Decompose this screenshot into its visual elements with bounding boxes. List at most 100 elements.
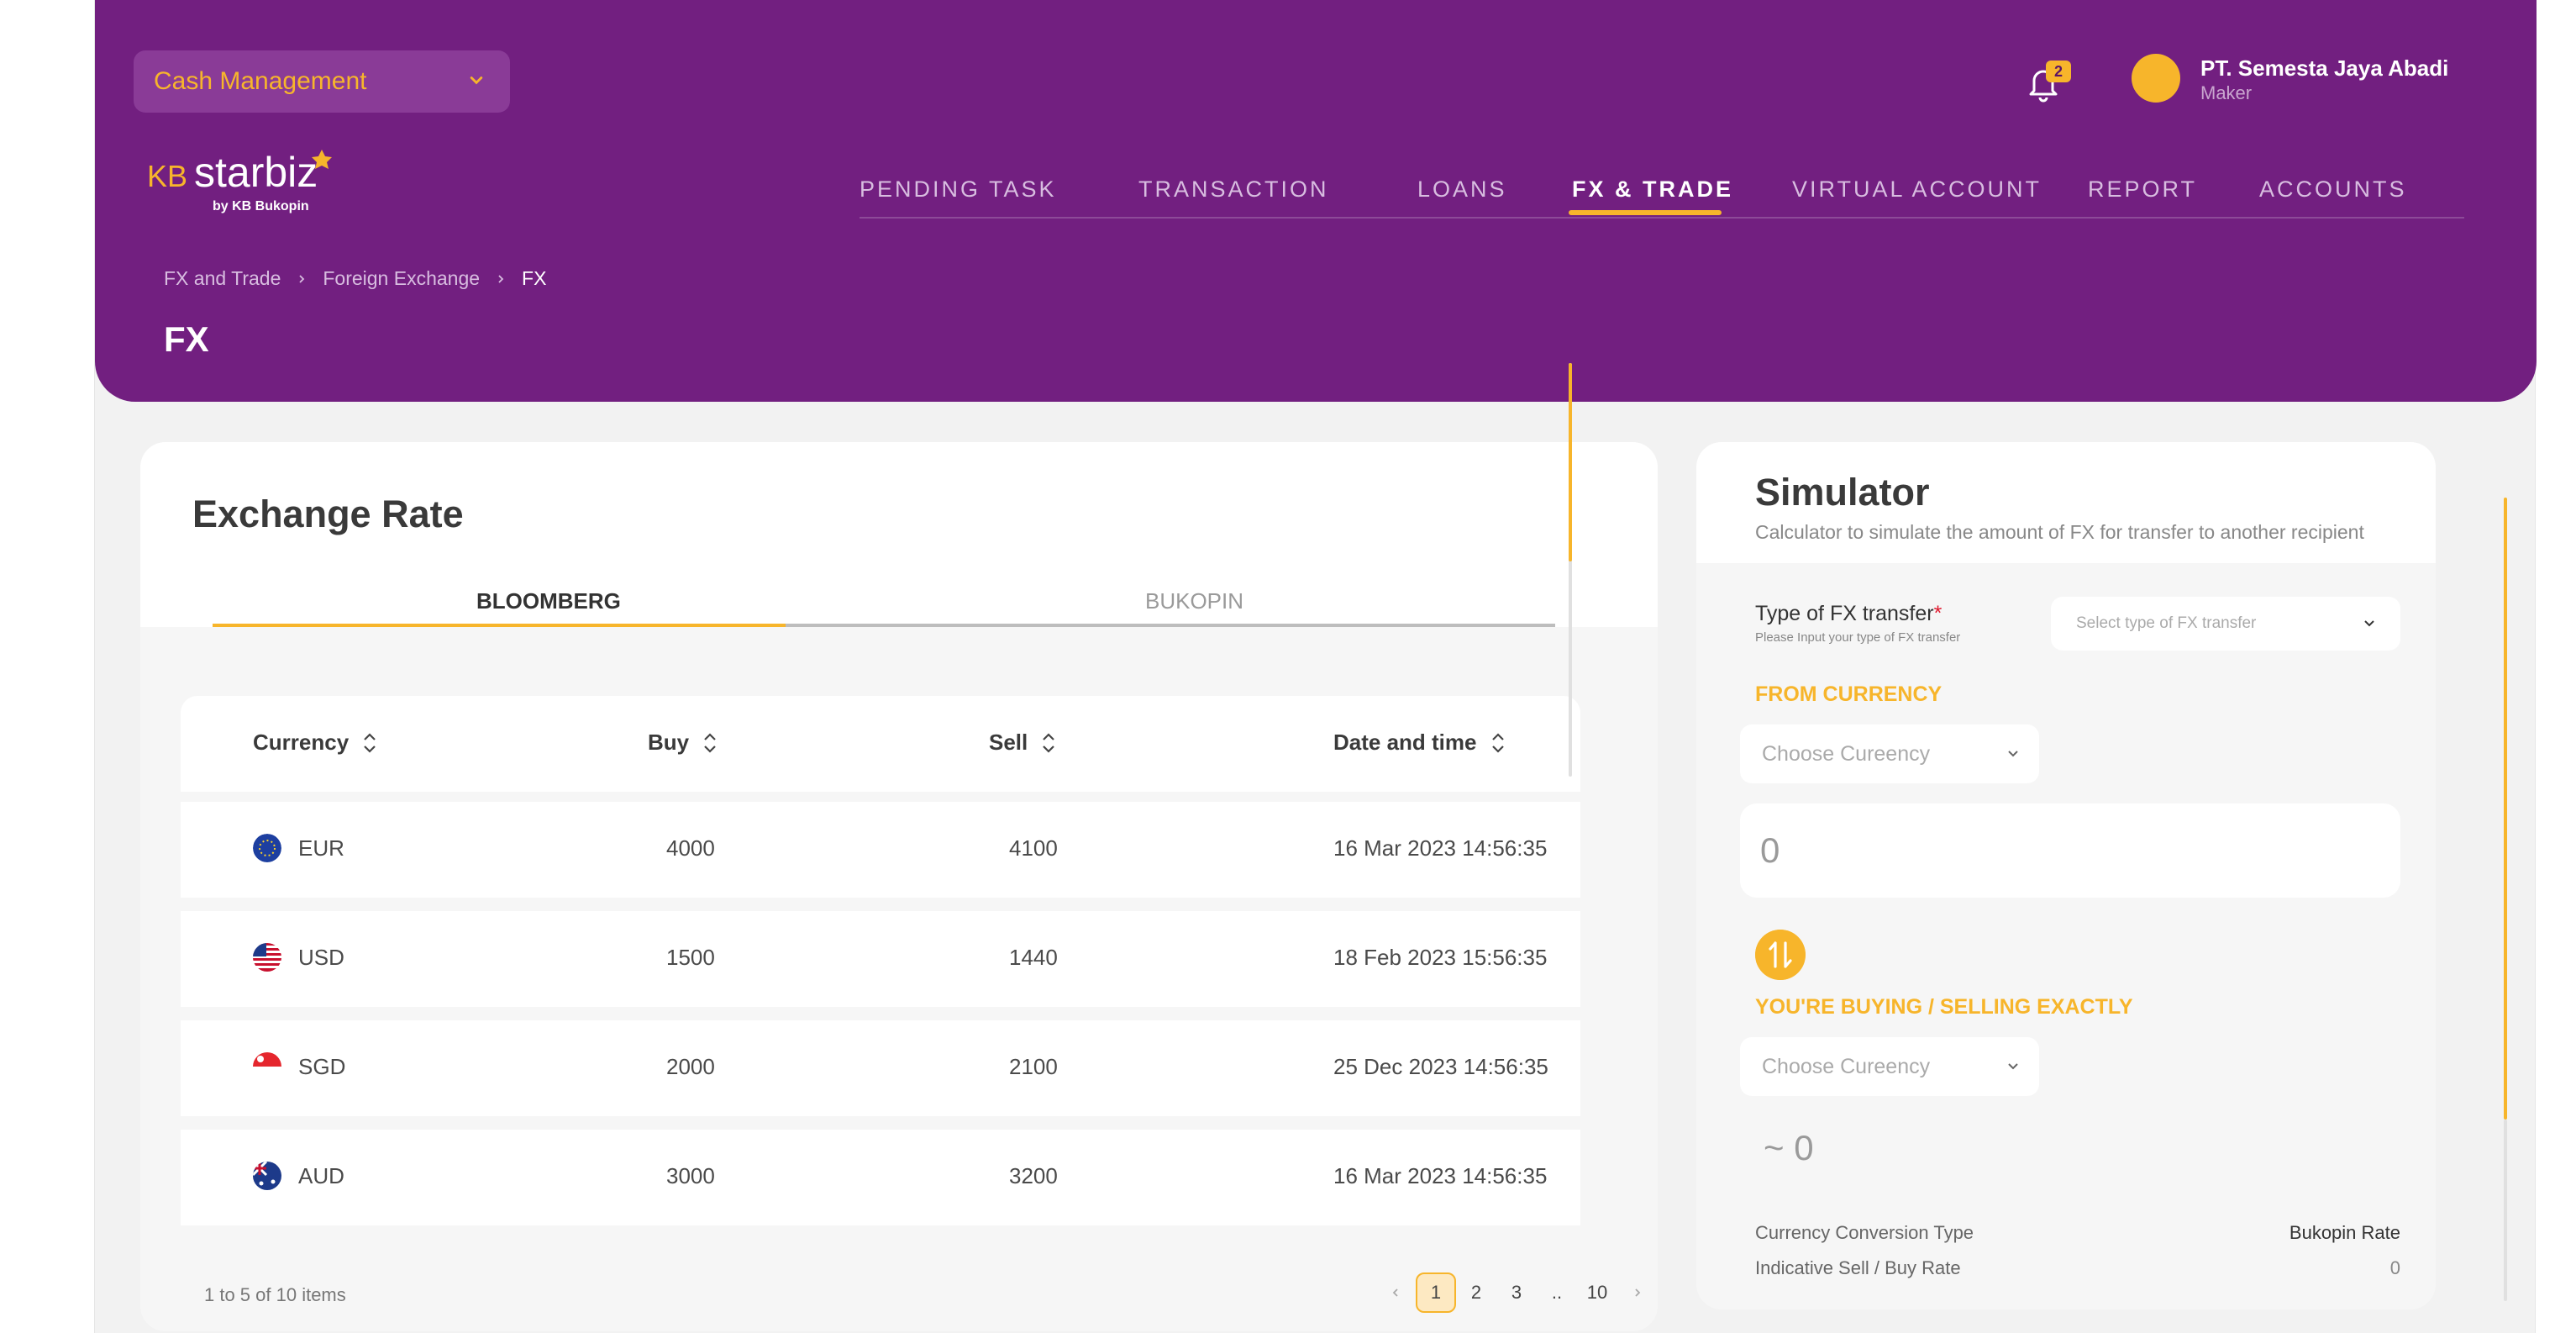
table-row[interactable]: SGD 2000 2100 25 Dec 2023 14:56:35 [181,1020,1580,1116]
tab-divider [786,624,1555,627]
fx-type-select[interactable]: Select type of FX transfer [2051,597,2400,651]
page-title: FX [164,319,209,359]
page-1-button[interactable]: 1 [1416,1272,1456,1313]
tab-bukopin[interactable]: BUKOPIN [1145,588,1243,614]
fx-type-label: Type of FX transfer* [1755,602,1943,625]
sort-icon[interactable] [1041,730,1056,756]
page-2-button[interactable]: 2 [1456,1272,1496,1313]
items-count: 1 to 5 of 10 items [204,1284,346,1305]
currency-code: SGD [298,1054,346,1079]
avatar[interactable] [2132,54,2180,103]
column-sell[interactable]: Sell [989,730,1056,756]
svg-text:KB: KB [147,159,187,193]
user-name[interactable]: PT. Semesta Jaya Abadi [2200,55,2448,82]
top-header: Cash Management KB starbiz by KB Bukopin… [95,0,2537,402]
column-date-time[interactable]: Date and time [1333,730,1506,756]
buy-rate: 1500 [666,945,715,970]
conversion-type-label: Currency Conversion Type [1755,1222,1974,1243]
nav-virtual-account[interactable]: VIRTUAL ACCOUNT [1792,177,2042,203]
chevron-down-icon [2008,751,2018,757]
prev-page-button[interactable] [1375,1272,1416,1313]
user-role: Maker [2200,82,2253,103]
buy-rate: 2000 [666,1054,715,1079]
chevron-down-icon [2364,620,2374,627]
required-mark: * [1933,602,1943,625]
currency-code: USD [298,945,344,970]
sell-rate: 1440 [1009,945,1058,970]
tab-bloomberg[interactable]: BLOOMBERG [476,588,621,614]
exchange-rate-title: Exchange Rate [192,493,464,535]
table-row[interactable]: USD 1500 1440 18 Feb 2023 15:56:35 [181,911,1580,1007]
chevron-right-icon [299,274,305,283]
next-page-button[interactable] [1617,1272,1658,1313]
table-row[interactable]: EUR 4000 4100 16 Mar 2023 14:56:35 [181,802,1580,898]
rate-datetime: 18 Feb 2023 15:56:35 [1333,945,1548,970]
chevron-right-icon [498,274,504,283]
page-3-button[interactable]: 3 [1496,1272,1537,1313]
fx-type-placeholder: Select type of FX transfer [2076,614,2257,632]
simulator-card: Simulator Calculator to simulate the amo… [1696,442,2436,1309]
nav-transaction[interactable]: TRANSACTION [1138,177,1329,203]
column-currency[interactable]: Currency [253,730,377,756]
rate-datetime: 16 Mar 2023 14:56:35 [1333,1163,1548,1188]
currency-code: EUR [298,835,344,861]
sort-icon[interactable] [702,730,718,756]
notification-badge: 2 [2046,61,2071,82]
pagination: 1 2 3 .. 10 [1375,1271,1658,1315]
from-amount-input[interactable]: 0 [1740,803,2400,898]
table-row[interactable]: AUD 3000 3200 16 Mar 2023 14:56:35 [181,1130,1580,1225]
eu-flag-icon [253,834,281,862]
buy-rate: 4000 [666,835,715,861]
au-flag-icon [253,1162,281,1190]
swap-icon[interactable] [1755,930,1806,980]
kbstarbiz-logo: KB starbiz by KB Bukopin [145,143,347,219]
nav-loans[interactable]: LOANS [1417,177,1507,203]
sort-icon[interactable] [1490,730,1506,756]
chevron-left-icon [1392,1288,1398,1297]
page-ellipsis: .. [1551,1282,1563,1303]
simulator-title: Simulator [1755,471,1930,514]
page-10-button[interactable]: 10 [1577,1272,1617,1313]
sort-icon[interactable] [362,730,377,756]
module-selector[interactable]: Cash Management [134,50,510,113]
exchange-rate-card: Exchange Rate BLOOMBERG BUKOPIN Currency… [140,442,1658,1331]
breadcrumb-fx: FX [522,267,547,289]
simulator-scrollbar-track[interactable] [2504,1120,2507,1301]
chevron-right-icon [1635,1288,1641,1297]
breadcrumb-fx-and-trade[interactable]: FX and Trade [164,267,281,290]
nav-accounts[interactable]: ACCOUNTS [2259,177,2407,203]
sell-rate: 3200 [1009,1163,1058,1188]
nav-pending-task[interactable]: PENDING TASK [860,177,1057,203]
breadcrumb-foreign-exchange[interactable]: Foreign Exchange [323,267,480,290]
indicative-rate-value: 0 [2389,1257,2400,1278]
to-amount-value: ~ 0 [1764,1128,1814,1167]
table-scrollbar-thumb[interactable] [1569,363,1572,561]
sell-rate: 4100 [1009,835,1058,861]
from-currency-placeholder: Choose Cureency [1762,741,1931,766]
simulator-scrollbar-thumb[interactable] [2504,498,2507,1120]
sg-flag-icon [253,1052,281,1081]
sell-rate: 2100 [1009,1054,1058,1079]
from-currency-select[interactable]: Choose Cureency [1740,724,2039,783]
rate-datetime: 25 Dec 2023 14:56:35 [1333,1054,1548,1079]
column-buy[interactable]: Buy [648,730,718,756]
to-currency-select[interactable]: Choose Cureency [1740,1037,2039,1096]
buy-rate: 3000 [666,1163,715,1188]
nav-fx-trade[interactable]: FX & TRADE [1572,177,1733,203]
main-nav: PENDING TASK TRANSACTION LOANS FX & TRAD… [860,173,2464,219]
from-currency-label: FROM CURRENCY [1755,682,1943,706]
rate-datetime: 16 Mar 2023 14:56:35 [1333,835,1548,861]
chevron-down-icon [2008,1063,2018,1070]
breadcrumb: FX and Trade Foreign Exchange FX [164,267,546,290]
nav-report[interactable]: REPORT [2088,177,2197,203]
svg-text:by KB Bukopin: by KB Bukopin [213,199,309,213]
fx-type-hint: Please Input your type of FX transfer [1755,630,1961,645]
nav-active-indicator [1569,210,1722,215]
currency-code: AUD [298,1163,344,1188]
indicative-rate-label: Indicative Sell / Buy Rate [1755,1257,1961,1278]
tab-active-indicator [213,624,786,627]
simulator-subtitle: Calculator to simulate the amount of FX … [1755,521,2364,543]
conversion-type-value: Bukopin Rate [2289,1222,2400,1243]
to-currency-placeholder: Choose Cureency [1762,1054,1931,1078]
app-page: Cash Management KB starbiz by KB Bukopin… [94,0,2537,1333]
